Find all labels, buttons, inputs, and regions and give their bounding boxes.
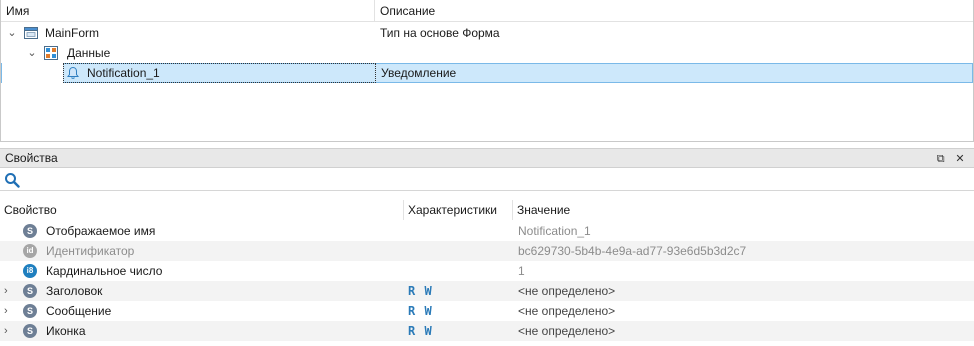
bell-icon bbox=[66, 66, 80, 80]
property-name: Иконка bbox=[46, 324, 86, 338]
identifier-type-icon: id bbox=[23, 244, 37, 258]
property-value[interactable]: <не определено> bbox=[518, 301, 615, 321]
property-value[interactable]: bc629730-5b4b-4e9a-ad77-93e6d5b3d2c7 bbox=[518, 241, 746, 261]
property-row[interactable]: › S Сообщение R W <не определено> bbox=[0, 301, 974, 321]
property-characteristics: R W bbox=[408, 304, 433, 318]
column-header-name[interactable]: Имя bbox=[1, 0, 375, 22]
tree-row-data[interactable]: ⌄ Данные bbox=[1, 43, 973, 63]
tree-row-label: Notification_1 bbox=[87, 66, 160, 80]
properties-title-bar: Свойства ⧉ ✕ bbox=[0, 148, 974, 168]
chevron-down-icon[interactable]: ⌄ bbox=[25, 43, 39, 63]
data-folder-icon bbox=[44, 46, 58, 60]
form-window-icon bbox=[24, 26, 38, 40]
tree-row-label: Данные bbox=[67, 46, 111, 60]
properties-grid-header: Свойство Характеристики Значение bbox=[0, 200, 974, 220]
chevron-right-icon[interactable]: › bbox=[4, 301, 16, 321]
string-type-icon: S bbox=[23, 224, 37, 238]
string-type-icon: S bbox=[23, 324, 37, 338]
property-name: Кардинальное число bbox=[46, 264, 163, 278]
search-icon bbox=[4, 172, 20, 191]
property-value[interactable]: <не определено> bbox=[518, 321, 615, 341]
string-type-icon: S bbox=[23, 284, 37, 298]
property-name: Заголовок bbox=[46, 284, 103, 298]
integer-type-icon: i8 bbox=[23, 264, 37, 278]
tree-row-notification-selected[interactable]: Notification_1 Уведомление bbox=[1, 63, 973, 83]
property-value[interactable]: Notification_1 bbox=[518, 221, 591, 241]
tree-row-mainform[interactable]: ⌄ MainForm Тип на основе Форма bbox=[1, 23, 973, 43]
string-type-icon: S bbox=[23, 304, 37, 318]
column-header-value[interactable]: Значение bbox=[513, 200, 974, 220]
property-characteristics: R W bbox=[408, 324, 433, 338]
property-value[interactable]: 1 bbox=[518, 261, 525, 281]
properties-search-bar bbox=[0, 169, 974, 191]
tree-header: Имя Описание bbox=[1, 0, 973, 22]
properties-title: Свойства bbox=[5, 151, 58, 165]
tree-row-description: Уведомление bbox=[381, 66, 457, 80]
property-characteristics: R W bbox=[408, 284, 433, 298]
property-row[interactable]: › S Иконка R W <не определено> bbox=[0, 321, 974, 341]
tree-row-description: Тип на основе Форма bbox=[380, 26, 500, 40]
chevron-right-icon[interactable]: › bbox=[4, 321, 16, 341]
property-value[interactable]: <не определено> bbox=[518, 281, 615, 301]
column-header-characteristics[interactable]: Характеристики bbox=[404, 200, 513, 220]
column-header-description[interactable]: Описание bbox=[375, 0, 973, 22]
tree-panel: Имя Описание ⌄ MainForm Тип на основе Фо… bbox=[0, 0, 974, 142]
column-header-property[interactable]: Свойство bbox=[0, 200, 404, 220]
property-name: Сообщение bbox=[46, 304, 112, 318]
property-name: Отображаемое имя bbox=[46, 224, 156, 238]
search-input[interactable] bbox=[24, 171, 964, 189]
property-row[interactable]: S Отображаемое имя Notification_1 bbox=[0, 221, 974, 241]
chevron-right-icon[interactable]: › bbox=[4, 281, 16, 301]
property-row[interactable]: › S Заголовок R W <не определено> bbox=[0, 281, 974, 301]
property-row[interactable]: i8 Кардинальное число 1 bbox=[0, 261, 974, 281]
tree-row-label: MainForm bbox=[45, 26, 100, 40]
chevron-down-icon[interactable]: ⌄ bbox=[5, 23, 19, 43]
property-name: Идентификатор bbox=[46, 244, 135, 258]
property-row[interactable]: id Идентификатор bc629730-5b4b-4e9a-ad77… bbox=[0, 241, 974, 261]
restore-window-icon[interactable]: ⧉ bbox=[933, 150, 949, 168]
close-icon[interactable]: ✕ bbox=[952, 150, 968, 168]
